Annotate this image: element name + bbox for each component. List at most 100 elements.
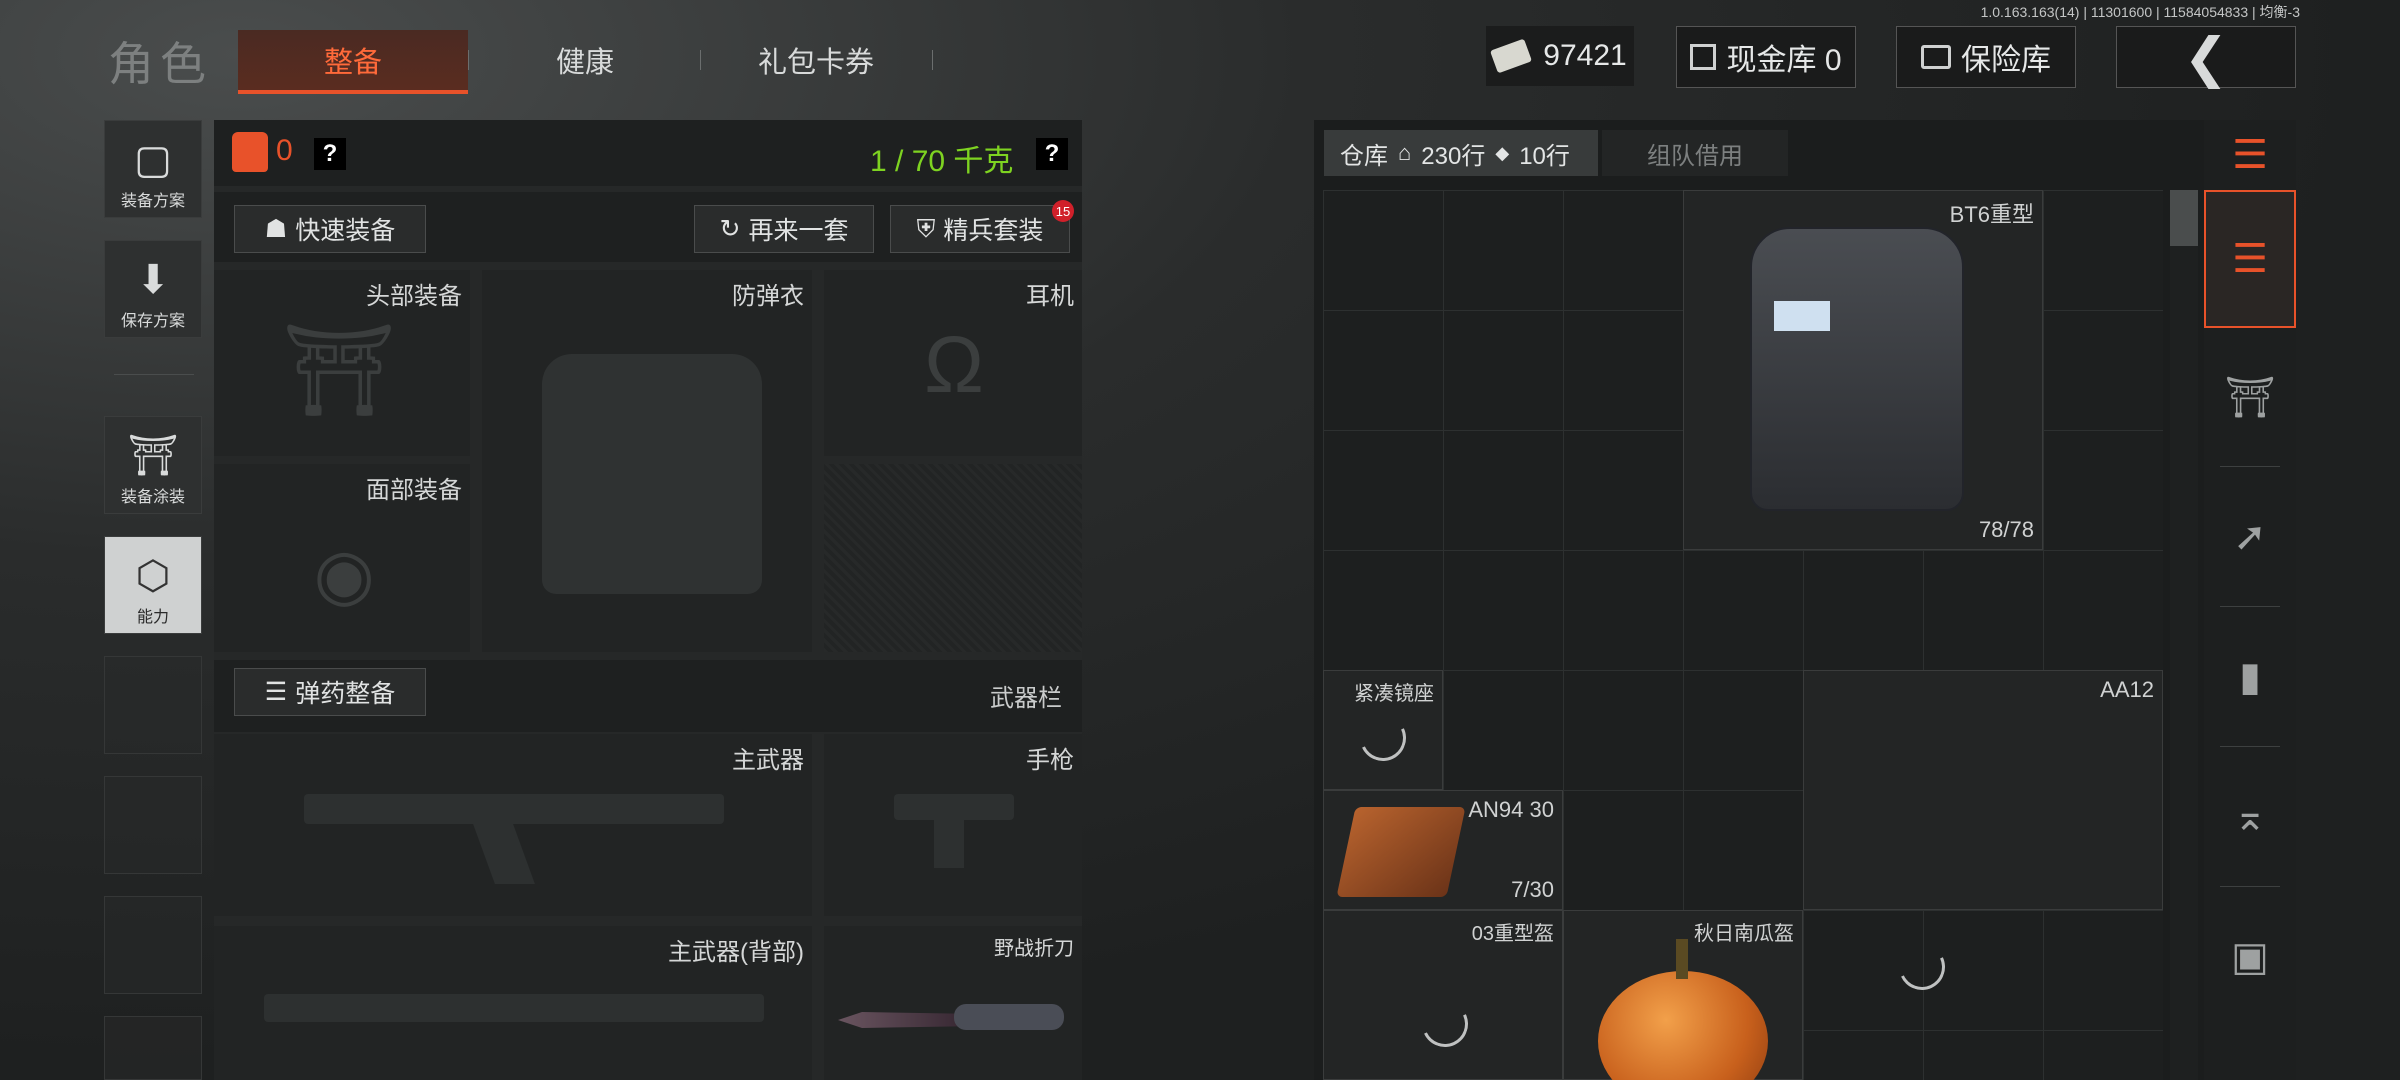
empty-slot (104, 896, 202, 994)
knife-handle-icon (954, 1004, 1064, 1030)
face-slot-label: 面部装备 (366, 477, 462, 504)
empty-slot (104, 1016, 202, 1080)
category-ammo-icon[interactable]: ⌅ (2204, 748, 2296, 886)
category-attachment-icon[interactable]: ▣ (2204, 888, 2296, 1026)
item-an94-magazine[interactable]: AN94 30 7/30 (1323, 790, 1563, 910)
warehouse-scrollbar[interactable] (2170, 190, 2198, 1080)
warehouse-tab[interactable]: 仓库 ⌂ 230行 ◆ 10行 (1324, 130, 1598, 176)
tab-divider (468, 50, 469, 70)
item-pumpkin-helmet[interactable]: 秋日南瓜盔 (1563, 910, 1803, 1080)
team-borrow-tab[interactable]: 组队借用 (1602, 130, 1788, 176)
vest-image (1750, 227, 1964, 511)
item-name: AN94 30 (1468, 797, 1554, 822)
home-icon: ⌂ (1398, 140, 1412, 165)
rifle-magazine-silhouette (473, 824, 535, 884)
category-all-icon[interactable]: ☰ (2204, 190, 2296, 328)
safe-box-label: 保险库 (1961, 44, 2051, 77)
item-bt6-vest[interactable]: BT6重型 78/78 (1683, 190, 2043, 550)
knife-slot[interactable]: 野战折刀 (824, 926, 1082, 1080)
earphone-slot[interactable]: 耳机 Ω (824, 270, 1082, 456)
save-plan-label: 保存方案 (120, 313, 185, 330)
pistol-silhouette-icon (894, 794, 1014, 820)
download-icon: ⬇ (136, 258, 170, 302)
back-button[interactable]: ❮ (2116, 26, 2296, 88)
equipment-skin-label: 装备涂装 (120, 489, 185, 506)
face-slot[interactable]: 面部装备 ◉ (214, 464, 470, 652)
vest-slot[interactable]: 防弹衣 (482, 270, 812, 652)
head-slot-label: 头部装备 (366, 283, 462, 310)
rifle-back-silhouette-icon (264, 994, 764, 1022)
vest-silhouette-icon (542, 354, 762, 594)
equipment-skin-button[interactable]: ⛩ 装备涂装 (104, 416, 202, 514)
item-count: 78/78 (1978, 517, 2034, 542)
page-title: 角色 (108, 38, 212, 90)
currency-display: 97421 (1486, 26, 1634, 86)
scrollbar-thumb[interactable] (2170, 190, 2198, 246)
safe-box-button[interactable]: 保险库 (1896, 26, 2076, 88)
headset-silhouette-icon: Ω (924, 320, 984, 409)
shield-icon: ⛨ (916, 214, 936, 243)
sort-layers-icon[interactable]: ☰ (2204, 120, 2296, 190)
item-name: BT6重型 (1949, 202, 2034, 227)
weapon-bar-label: 武器栏 (990, 685, 1062, 712)
locked-slot (824, 464, 1082, 652)
head-slot[interactable]: 头部装备 ⛩ (214, 270, 470, 456)
quick-equip-button[interactable]: ☗ 快速装备 (234, 205, 426, 253)
tab-divider (932, 50, 933, 70)
item-name: 03重型盔 (1471, 923, 1554, 945)
money-icon (1490, 38, 1533, 74)
ability-icon: ⬡ (135, 554, 171, 598)
loadout-plan-button[interactable]: ▢ 装备方案 (104, 120, 202, 218)
ticket-icon: ◆ (1495, 142, 1510, 163)
cash-vault-icon (1690, 44, 1717, 70)
empty-slot (104, 656, 202, 754)
weight-display: 1 / 70 千克 (870, 145, 1014, 178)
weight-help-icon[interactable]: ? (1036, 138, 1068, 170)
loading-spinner-icon (1353, 708, 1413, 768)
category-helmet-icon[interactable]: ⛩ (2204, 328, 2296, 466)
ticket-rows-label: 10行 (1519, 142, 1570, 170)
category-rifle-icon[interactable]: ➚ (2204, 468, 2296, 606)
primary-weapon-slot[interactable]: 主武器 (214, 734, 812, 916)
sidebar-divider (114, 374, 194, 375)
tab-equip[interactable]: 整备 (238, 30, 468, 94)
primary-back-weapon-label: 主武器(背部) (668, 939, 804, 966)
tab-gift-cards[interactable]: 礼包卡券 (700, 30, 932, 90)
vest-icon: ▢ (134, 138, 172, 182)
category-divider (2220, 886, 2280, 887)
vest-slot-label: 防弹衣 (732, 283, 804, 310)
ammo-prepare-label: 弹药整备 (295, 680, 396, 708)
tab-health[interactable]: 健康 (470, 30, 700, 90)
cash-vault-button[interactable]: 现金库 0 (1676, 26, 1856, 88)
elite-set-label: 精兵套装 (943, 217, 1044, 245)
rows-label: 230行 (1421, 142, 1486, 170)
category-divider (2220, 746, 2280, 747)
again-set-button[interactable]: ↻ 再来一套 (694, 205, 874, 253)
ammo-prepare-button[interactable]: ☰ 弹药整备 (234, 668, 426, 716)
item-compact-mount[interactable]: 紧凑镜座 (1323, 670, 1443, 790)
pumpkin-stem (1676, 939, 1688, 979)
category-magazine-icon[interactable]: ▮ (2204, 608, 2296, 746)
item-name: AA12 (2100, 677, 2154, 702)
again-set-label: 再来一套 (748, 217, 849, 245)
item-aa12[interactable]: AA12 (1803, 670, 2163, 910)
item-03-heavy-helmet[interactable]: 03重型盔 (1323, 910, 1563, 1080)
elite-badge: 15 (1052, 200, 1074, 222)
pistol-grip-silhouette (934, 818, 964, 868)
primary-weapon-label: 主武器 (732, 747, 804, 774)
safe-icon (1921, 45, 1951, 69)
vest-patch (1774, 301, 1830, 331)
helmet-silhouette-icon: ⛩ (281, 320, 397, 421)
ability-button[interactable]: ⬡ 能力 (104, 536, 202, 634)
empty-slot (104, 776, 202, 874)
ability-label: 能力 (136, 609, 169, 626)
save-plan-button[interactable]: ⬇ 保存方案 (104, 240, 202, 338)
pistol-slot[interactable]: 手枪 (824, 734, 1082, 916)
item-name: 秋日南瓜盔 (1694, 923, 1794, 945)
loadout-plan-label: 装备方案 (120, 193, 185, 210)
mask-silhouette-icon: ◉ (313, 535, 375, 613)
pistol-slot-label: 手枪 (1026, 747, 1074, 774)
elite-set-button[interactable]: ⛨ 精兵套装 (890, 205, 1070, 253)
armor-help-icon[interactable]: ? (314, 138, 346, 170)
primary-back-weapon-slot[interactable]: 主武器(背部) (214, 926, 812, 1080)
